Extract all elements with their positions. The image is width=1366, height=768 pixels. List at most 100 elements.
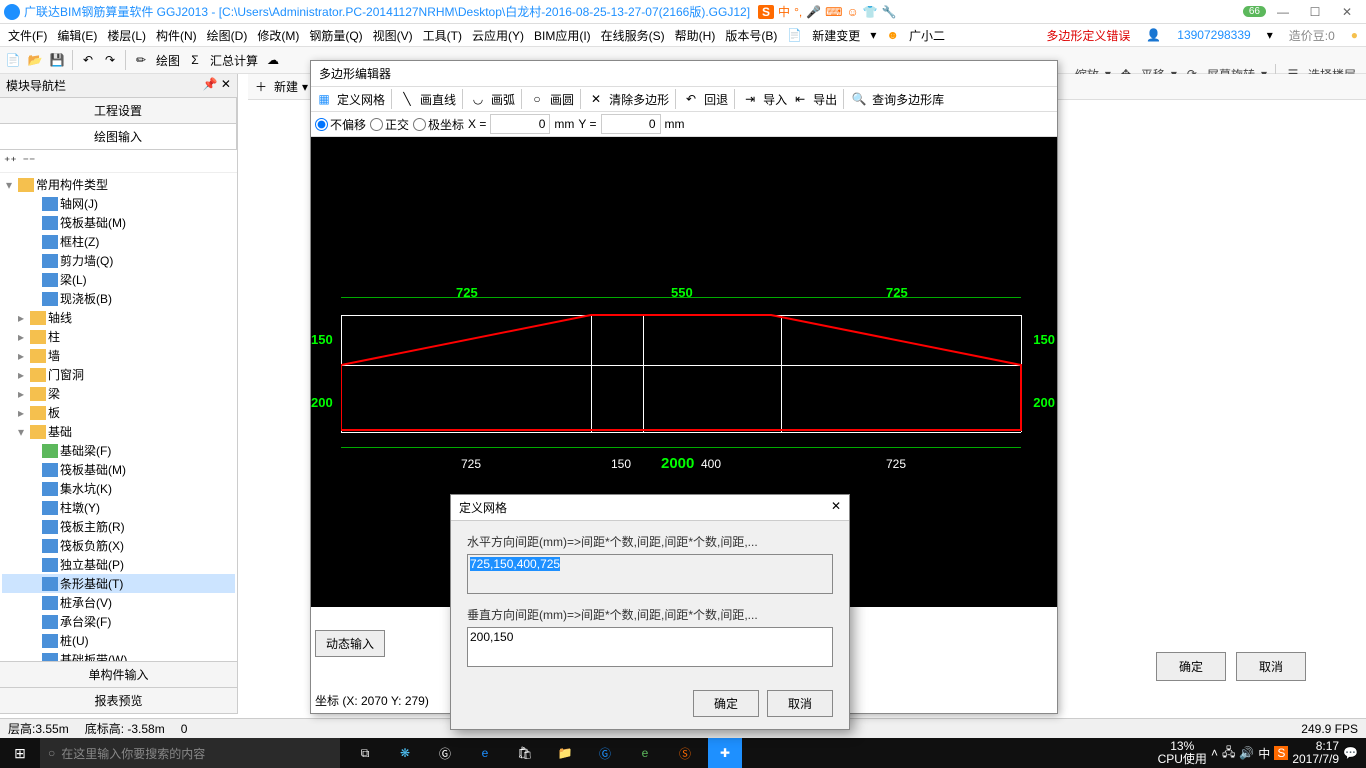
tree-cap-beam[interactable]: 承台梁(F): [60, 613, 111, 630]
draw-circle-button[interactable]: 画圆: [550, 91, 574, 108]
tree-isolated-foundation[interactable]: 独立基础(P): [60, 556, 124, 573]
polar-radio[interactable]: 极坐标: [413, 116, 464, 133]
collapse-tree-icon[interactable]: ⁻⁻: [23, 154, 36, 168]
editor-cancel-button[interactable]: 取消: [1236, 652, 1306, 681]
tree-beam-cat[interactable]: 梁: [48, 385, 60, 402]
menu-cloud[interactable]: 云应用(Y): [468, 25, 528, 46]
menu-version[interactable]: 版本号(B): [721, 25, 781, 46]
tray-up-icon[interactable]: ˄: [1211, 746, 1218, 760]
tree-raft-neg[interactable]: 筏板负筋(X): [60, 537, 124, 554]
tree-wall[interactable]: 墙: [48, 347, 60, 364]
menu-modify[interactable]: 修改(M): [253, 25, 303, 46]
task-360-icon[interactable]: e: [628, 738, 662, 768]
tree-foundation-beam[interactable]: 基础梁(F): [60, 442, 111, 459]
sum-icon[interactable]: Σ: [186, 51, 204, 69]
search-icon[interactable]: 🔍: [850, 90, 868, 108]
tab-draw-input[interactable]: 绘图输入: [0, 124, 237, 149]
account-label[interactable]: 13907298339: [1173, 26, 1254, 44]
ime-punct-icon[interactable]: °,: [794, 5, 802, 19]
new-component-icon[interactable]: ＋: [252, 78, 270, 96]
define-grid-button[interactable]: 定义网格: [337, 91, 385, 108]
query-library-button[interactable]: 查询多边形库: [872, 91, 944, 108]
menu-online[interactable]: 在线服务(S): [597, 25, 669, 46]
tree-column[interactable]: 柱: [48, 328, 60, 345]
dialog-close-icon[interactable]: ✕: [831, 499, 841, 516]
import-button[interactable]: 导入: [763, 91, 787, 108]
tray-sogou-icon[interactable]: S: [1274, 746, 1288, 760]
tree-slab-cat[interactable]: 板: [48, 404, 60, 421]
line-icon[interactable]: ╲: [398, 90, 416, 108]
close-button[interactable]: ✕: [1332, 5, 1362, 19]
tray-clock[interactable]: 8:17 2017/7/9: [1292, 740, 1339, 766]
summary-label[interactable]: 汇总计算: [208, 52, 260, 69]
task-app2-icon[interactable]: Ⓖ: [428, 738, 462, 768]
x-input[interactable]: [490, 114, 550, 134]
security-badge[interactable]: 66: [1243, 6, 1266, 17]
tree-frame-column[interactable]: 框柱(Z): [60, 233, 99, 250]
tree-foundation[interactable]: 基础: [48, 423, 72, 440]
tree-foundation-strip-slab[interactable]: 基础板带(W): [60, 651, 127, 661]
tree-pile[interactable]: 桩(U): [60, 632, 89, 649]
clear-polygon-button[interactable]: 清除多边形: [609, 91, 669, 108]
dynamic-input-button[interactable]: 动态输入: [315, 630, 385, 657]
undo-icon[interactable]: ↶: [79, 51, 97, 69]
coin-label[interactable]: 造价豆:0: [1285, 25, 1339, 46]
task-store-icon[interactable]: 🛍: [508, 738, 542, 768]
ime-lang[interactable]: 中: [778, 3, 790, 20]
new-change-icon[interactable]: 📄: [783, 26, 806, 44]
task-view-icon[interactable]: ⧉: [348, 738, 382, 768]
save-file-icon[interactable]: 💾: [48, 51, 66, 69]
tree-raft-foundation[interactable]: 筏板基础(M): [60, 214, 126, 231]
minimize-button[interactable]: —: [1268, 5, 1298, 19]
no-offset-radio[interactable]: 不偏移: [315, 116, 366, 133]
vertical-spacing-input[interactable]: 200,150: [467, 627, 833, 667]
tree-axis-grid[interactable]: 轴网(J): [60, 195, 98, 212]
sogou-logo[interactable]: S: [758, 5, 774, 19]
ortho-radio[interactable]: 正交: [370, 116, 409, 133]
ime-skin-icon[interactable]: 👕: [863, 5, 878, 19]
menu-bim[interactable]: BIM应用(I): [530, 25, 595, 46]
clear-icon[interactable]: ✕: [587, 90, 605, 108]
guangxiaoer-button[interactable]: 广小二: [905, 25, 949, 46]
menu-draw[interactable]: 绘图(D): [203, 25, 252, 46]
tree-beam[interactable]: 梁(L): [60, 271, 87, 288]
tree-pier[interactable]: 柱墩(Y): [60, 499, 100, 516]
task-app4-icon[interactable]: Ⓢ: [668, 738, 702, 768]
ime-face-icon[interactable]: ☺: [846, 5, 858, 19]
tree-raft-foundation2[interactable]: 筏板基础(M): [60, 461, 126, 478]
ime-keyboard-icon[interactable]: ⌨: [825, 5, 842, 19]
dialog-ok-button[interactable]: 确定: [693, 690, 759, 717]
tree-sump[interactable]: 集水坑(K): [60, 480, 112, 497]
draw-line-button[interactable]: 画直线: [420, 91, 456, 108]
export-button[interactable]: 导出: [813, 91, 837, 108]
ime-bar[interactable]: S 中 °, 🎤 ⌨ ☺ 👕 🔧: [758, 3, 897, 20]
tree-root[interactable]: 常用构件类型: [36, 176, 108, 193]
task-app1-icon[interactable]: ❋: [388, 738, 422, 768]
editor-ok-button[interactable]: 确定: [1156, 652, 1226, 681]
tree-pile-cap[interactable]: 桩承台(V): [60, 594, 112, 611]
menu-component[interactable]: 构件(N): [152, 25, 201, 46]
menu-help[interactable]: 帮助(H): [671, 25, 720, 46]
task-app5-icon[interactable]: ✚: [708, 738, 742, 768]
menu-tool[interactable]: 工具(T): [419, 25, 466, 46]
tree-cast-slab[interactable]: 现浇板(B): [60, 290, 112, 307]
tree-strip-foundation[interactable]: 条形基础(T): [60, 575, 123, 592]
redo-icon[interactable]: ↷: [101, 51, 119, 69]
menu-floor[interactable]: 楼层(L): [103, 25, 150, 46]
menu-view[interactable]: 视图(V): [369, 25, 417, 46]
tree-raft-main[interactable]: 筏板主筋(R): [60, 518, 125, 535]
new-change-button[interactable]: 新建变更: [808, 25, 864, 46]
import-icon[interactable]: ⇥: [741, 90, 759, 108]
menu-rebar[interactable]: 钢筋量(Q): [305, 25, 366, 46]
expand-tree-icon[interactable]: ⁺⁺: [4, 154, 17, 168]
tree-opening[interactable]: 门窗洞: [48, 366, 84, 383]
start-button[interactable]: ⊞: [0, 745, 40, 762]
ime-mic-icon[interactable]: 🎤: [806, 5, 821, 19]
menu-edit[interactable]: 编辑(E): [53, 25, 101, 46]
back-button[interactable]: 回退: [704, 91, 728, 108]
y-input[interactable]: [601, 114, 661, 134]
tree-shear-wall[interactable]: 剪力墙(Q): [60, 252, 113, 269]
tray-network-icon[interactable]: 🖧: [1222, 743, 1235, 764]
export-icon[interactable]: ⇤: [791, 90, 809, 108]
circle-icon[interactable]: ○: [528, 90, 546, 108]
